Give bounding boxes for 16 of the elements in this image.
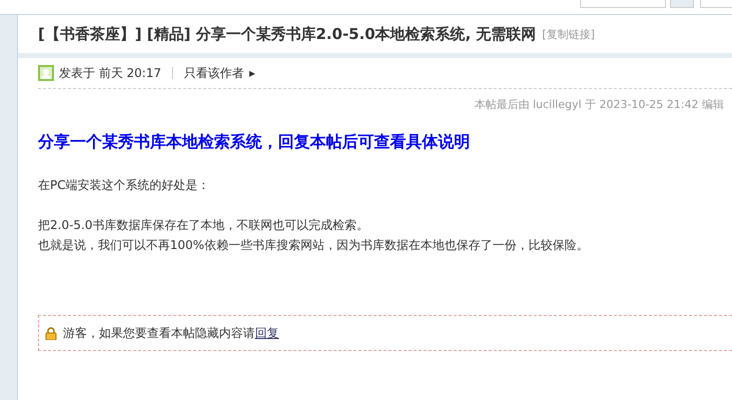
hidden-content-notice: 游客，如果您要查看本帖隐藏内容请 — [63, 324, 255, 342]
post-text: 把2.0-5.0书库数据库保存在了本地，不联网也可以完成检索。 — [38, 217, 370, 234]
post-text: 在PC端安装这个系统的好处是： — [38, 177, 211, 194]
toolbar-button[interactable] — [580, 0, 666, 8]
toolbar-button[interactable] — [700, 0, 732, 8]
author-only-link[interactable]: 只看该作者 — [184, 64, 244, 82]
toolbar-button[interactable] — [670, 0, 694, 8]
post-text: 也就是说，我们可以不再100%依赖一些书库搜索网站，因为书库数据在本地也保存了一份，比较保险。 — [38, 237, 590, 254]
avatar-icon — [38, 65, 54, 81]
reply-link[interactable]: 回复 — [255, 324, 279, 342]
post-heading: 分享一个某秀书库本地检索系统，回复本帖后可查看具体说明 — [38, 132, 471, 153]
arrow-icon: ▸ — [249, 66, 256, 80]
edit-note: 本帖最后由 lucillegyl 于 2023-10-25 21:42 编辑 — [473, 97, 724, 112]
post-time: 发表于 前天 20:17 — [59, 64, 162, 82]
lock-icon — [45, 326, 57, 340]
thread-title: [【书香茶座】] [精品] 分享一个某秀书库2.0-5.0本地检索系统, 无需联网 — [38, 24, 536, 44]
